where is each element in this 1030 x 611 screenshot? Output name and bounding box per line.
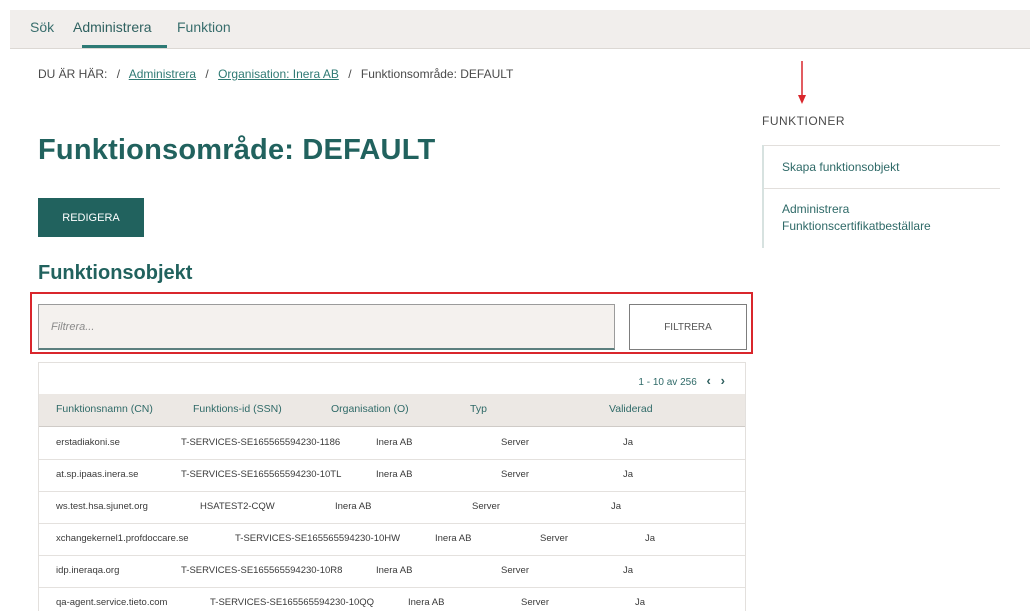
top-navigation: Sök Administrera Funktion	[10, 10, 1030, 49]
breadcrumb-separator: /	[348, 67, 352, 81]
column-header-cn[interactable]: Funktionsnamn (CN)	[56, 403, 153, 415]
cell-ssn: T-SERVICES-SE165565594230-10HW	[235, 533, 401, 544]
column-header-organisation[interactable]: Organisation (O)	[331, 403, 409, 415]
cell-ssn: T-SERVICES-SE165565594230-1186	[181, 437, 341, 448]
cell-typ: Server	[540, 533, 568, 544]
cell-typ: Server	[501, 437, 529, 448]
pagination-label: 1 - 10 av 256	[638, 377, 697, 388]
cell-validerad: Ja	[623, 565, 634, 576]
table-row[interactable]: ws.test.hsa.sjunet.org HSATEST2-CQW Iner…	[39, 491, 745, 524]
breadcrumb-separator: /	[116, 67, 121, 81]
table-row[interactable]: xchangekernel1.profdoccare.se T-SERVICES…	[39, 523, 745, 556]
sidebar-functions: Skapa funktionsobjekt Administrera Funkt…	[762, 145, 1000, 248]
cell-validerad: Ja	[611, 501, 622, 512]
breadcrumb-current: Funktionsområde: DEFAULT	[360, 67, 514, 81]
edit-button[interactable]: REDIGERA	[38, 198, 144, 237]
cell-organisation: Inera AB	[376, 469, 413, 480]
cell-ssn: T-SERVICES-SE165565594230-10TL	[181, 469, 342, 480]
cell-typ: Server	[472, 501, 500, 512]
chevron-right-icon[interactable]: ›	[721, 373, 725, 388]
table-header: Funktionsnamn (CN) Funktions-id (SSN) Or…	[39, 394, 745, 427]
table-row[interactable]: erstadiakoni.se T-SERVICES-SE16556559423…	[39, 427, 745, 460]
tab-sok[interactable]: Sök	[30, 19, 54, 35]
breadcrumb-prefix: DU ÄR HÄR:	[38, 67, 108, 81]
cell-validerad: Ja	[645, 533, 656, 544]
filter-button[interactable]: FILTRERA	[629, 304, 747, 350]
sidebar-item-label: Funktionscertifikatbeställare	[782, 219, 931, 233]
cell-cn: xchangekernel1.profdoccare.se	[56, 533, 189, 544]
cell-ssn: HSATEST2-CQW	[200, 501, 275, 512]
cell-typ: Server	[501, 565, 529, 576]
column-header-typ[interactable]: Typ	[470, 403, 487, 415]
cell-organisation: Inera AB	[335, 501, 372, 512]
table-row[interactable]: idp.ineraqa.org T-SERVICES-SE16556559423…	[39, 555, 745, 588]
functions-table: 1 - 10 av 256 ‹ › Funktionsnamn (CN) Fun…	[38, 362, 746, 611]
page-title: Funktionsområde: DEFAULT	[38, 134, 436, 166]
sidebar-title: FUNKTIONER	[762, 114, 845, 128]
cell-organisation: Inera AB	[376, 437, 413, 448]
breadcrumb: DU ÄR HÄR: / Administrera / Organisation…	[38, 67, 513, 81]
sidebar-item-label: Administrera	[782, 202, 850, 216]
cell-ssn: T-SERVICES-SE165565594230-10R8	[181, 565, 343, 576]
chevron-left-icon[interactable]: ‹	[707, 373, 711, 388]
cell-ssn: T-SERVICES-SE165565594230-10QQ	[210, 597, 375, 608]
column-header-ssn[interactable]: Funktions-id (SSN)	[193, 403, 282, 415]
sidebar-item-create-function-object[interactable]: Skapa funktionsobjekt	[764, 145, 1000, 188]
filter-input[interactable]	[38, 304, 615, 350]
cell-typ: Server	[521, 597, 549, 608]
cell-organisation: Inera AB	[376, 565, 413, 576]
table-row[interactable]: qa-agent.service.tieto.com T-SERVICES-SE…	[39, 587, 745, 611]
section-title: Funktionsobjekt	[38, 262, 193, 284]
active-tab-indicator	[82, 45, 167, 48]
sidebar-item-label: Skapa funktionsobjekt	[782, 160, 900, 174]
tab-administrera[interactable]: Administrera	[73, 19, 152, 35]
cell-validerad: Ja	[623, 437, 634, 448]
sidebar-item-admin-cert-orderers[interactable]: Administrera Funktionscertifikatbeställa…	[764, 188, 1000, 248]
red-arrow-icon	[798, 61, 806, 104]
cell-typ: Server	[501, 469, 529, 480]
tab-funktion[interactable]: Funktion	[177, 19, 231, 35]
breadcrumb-link-administrera[interactable]: Administrera	[129, 67, 196, 81]
cell-cn: idp.ineraqa.org	[56, 565, 120, 576]
cell-organisation: Inera AB	[408, 597, 445, 608]
cell-cn: erstadiakoni.se	[56, 437, 120, 448]
cell-organisation: Inera AB	[435, 533, 472, 544]
cell-validerad: Ja	[623, 469, 634, 480]
breadcrumb-link-organisation[interactable]: Organisation: Inera AB	[218, 67, 339, 81]
table-row[interactable]: at.sp.ipaas.inera.se T-SERVICES-SE165565…	[39, 459, 745, 492]
cell-cn: qa-agent.service.tieto.com	[56, 597, 168, 608]
column-header-validerad[interactable]: Validerad	[609, 403, 653, 415]
cell-cn: at.sp.ipaas.inera.se	[56, 469, 139, 480]
breadcrumb-separator: /	[205, 67, 209, 81]
pagination: 1 - 10 av 256 ‹ ›	[638, 373, 725, 388]
cell-validerad: Ja	[635, 597, 646, 608]
cell-cn: ws.test.hsa.sjunet.org	[56, 501, 148, 512]
